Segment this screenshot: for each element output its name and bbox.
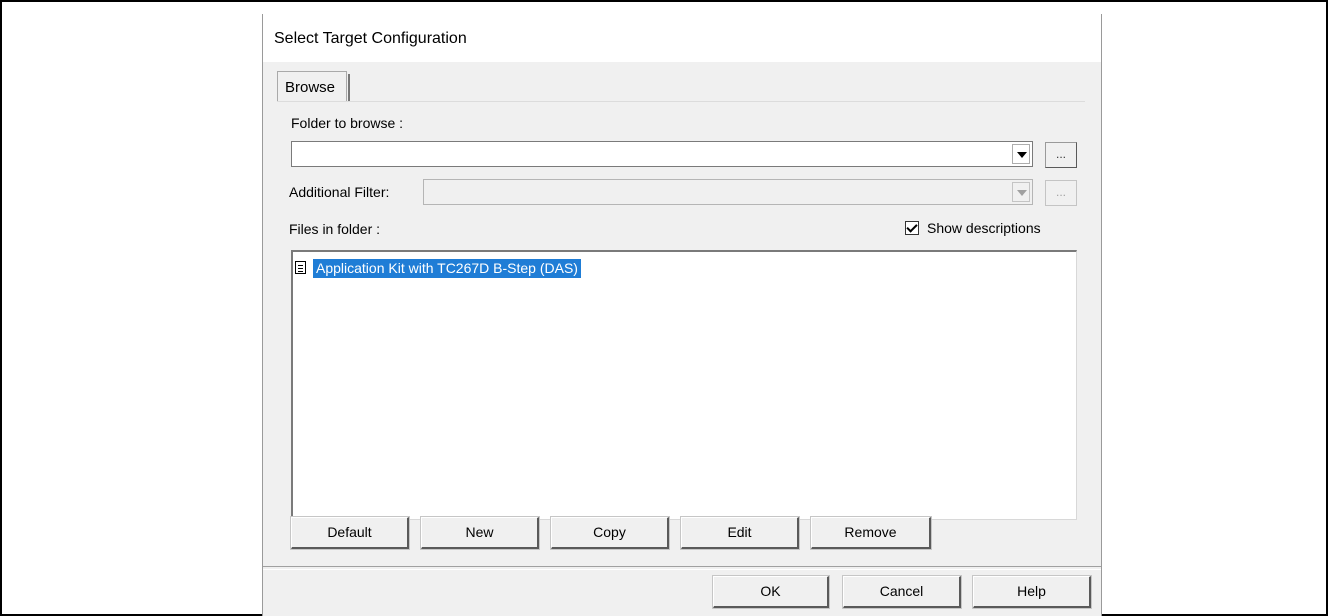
additional-filter-label: Additional Filter: <box>289 184 390 200</box>
tab-browse-label: Browse <box>285 79 336 96</box>
select-target-configuration-dialog: Select Target Configuration Browse Folde… <box>262 14 1102 616</box>
filter-browse-button[interactable]: ... <box>1045 180 1077 206</box>
folder-combobox[interactable] <box>291 141 1033 167</box>
show-descriptions-label[interactable]: Show descriptions <box>927 220 1041 236</box>
folder-browse-button[interactable]: ... <box>1045 142 1077 168</box>
default-button[interactable]: Default <box>290 516 410 550</box>
folder-label: Folder to browse : <box>291 115 404 131</box>
folder-dropdown-arrow-icon[interactable] <box>1012 144 1030 164</box>
list-item-label[interactable]: Application Kit with TC267D B-Step (DAS) <box>313 259 581 278</box>
files-listbox[interactable]: Application Kit with TC267D B-Step (DAS) <box>291 250 1077 520</box>
copy-button[interactable]: Copy <box>550 516 670 550</box>
dialog-title: Select Target Configuration <box>274 30 467 47</box>
new-button[interactable]: New <box>420 516 540 550</box>
remove-button[interactable]: Remove <box>810 516 932 550</box>
footer-separator <box>263 566 1101 570</box>
additional-filter-combobox[interactable] <box>423 179 1033 205</box>
cancel-button[interactable]: Cancel <box>842 575 962 609</box>
file-icon <box>295 261 306 274</box>
files-in-folder-label: Files in folder : <box>289 221 381 237</box>
ok-button[interactable]: OK <box>712 575 830 609</box>
tab-browse[interactable]: Browse <box>277 71 350 102</box>
filter-dropdown-arrow-icon[interactable] <box>1012 182 1030 202</box>
title-bar: Select Target Configuration <box>263 14 1101 62</box>
tab-divider <box>277 101 1085 102</box>
show-descriptions-checkbox[interactable] <box>905 221 919 235</box>
edit-button[interactable]: Edit <box>680 516 800 550</box>
help-button[interactable]: Help <box>972 575 1092 609</box>
